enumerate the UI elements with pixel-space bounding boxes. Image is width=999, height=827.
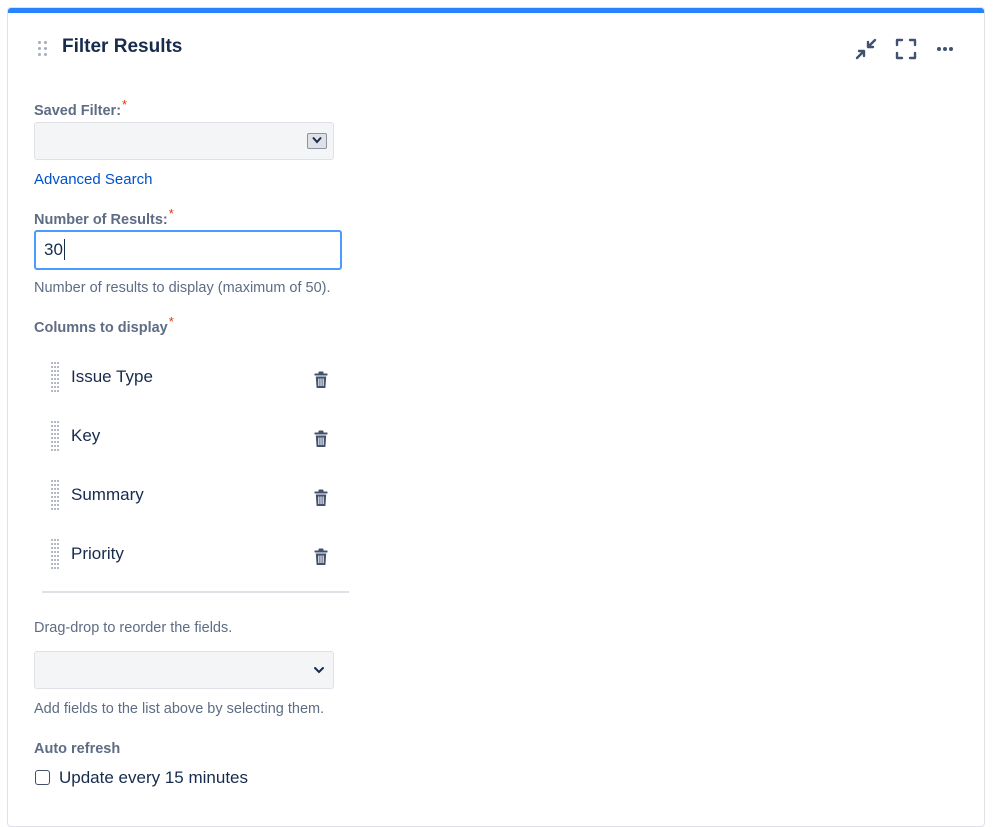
drag-grip-icon[interactable] — [51, 362, 61, 392]
trash-icon[interactable] — [314, 371, 328, 389]
auto-refresh-checkbox[interactable] — [35, 770, 50, 785]
columns-to-display-label: Columns to display* — [34, 314, 174, 336]
saved-filter-label-text: Saved Filter: — [34, 103, 122, 119]
column-item-label: Priority — [71, 544, 124, 563]
filter-results-gadget: Filter Results Saved Filter:* Advanced S… — [7, 7, 985, 827]
auto-refresh-checkbox-label[interactable]: Update every 15 minutes — [59, 768, 248, 788]
column-item[interactable]: Key — [48, 421, 348, 455]
required-mark: * — [122, 97, 128, 112]
text-cursor — [64, 239, 65, 260]
number-of-results-help: Number of results to display (maximum of… — [34, 280, 331, 296]
drag-grip-icon[interactable] — [51, 539, 61, 569]
column-item[interactable]: Issue Type — [48, 362, 348, 396]
drag-grip-icon[interactable] — [51, 421, 61, 451]
trash-icon[interactable] — [314, 430, 328, 448]
column-item[interactable]: Summary — [48, 480, 348, 514]
auto-refresh-label: Auto refresh — [34, 741, 121, 757]
gadget-title: Filter Results — [62, 36, 183, 57]
trash-icon[interactable] — [314, 548, 328, 566]
saved-filter-select[interactable] — [34, 122, 334, 160]
required-mark: * — [168, 206, 174, 221]
minimize-icon[interactable] — [853, 36, 879, 62]
column-item-label: Issue Type — [71, 367, 153, 386]
number-of-results-label: Number of Results:* — [34, 206, 174, 228]
number-of-results-label-text: Number of Results: — [34, 212, 168, 228]
number-of-results-input[interactable] — [34, 230, 342, 270]
add-field-select[interactable] — [34, 651, 334, 689]
gadget-accent-bar — [8, 8, 984, 13]
fullscreen-icon[interactable] — [893, 36, 919, 62]
more-options-icon[interactable] — [932, 36, 958, 62]
reorder-help: Drag-drop to reorder the fields. — [34, 620, 233, 636]
gadget-drag-handle-icon[interactable] — [38, 41, 48, 57]
column-item-label: Key — [71, 426, 101, 445]
required-mark: * — [168, 314, 174, 329]
saved-filter-label: Saved Filter:* — [34, 97, 127, 119]
dropdown-toggle-icon[interactable] — [307, 133, 327, 149]
add-fields-help: Add fields to the list above by selectin… — [34, 701, 325, 717]
advanced-search-link[interactable]: Advanced Search — [34, 171, 152, 188]
chevron-down-icon — [314, 667, 324, 674]
trash-icon[interactable] — [314, 489, 328, 507]
columns-divider — [42, 591, 349, 593]
column-item[interactable]: Priority — [48, 539, 348, 573]
drag-grip-icon[interactable] — [51, 480, 61, 510]
columns-label-text: Columns to display — [34, 320, 168, 336]
column-item-label: Summary — [71, 485, 144, 504]
